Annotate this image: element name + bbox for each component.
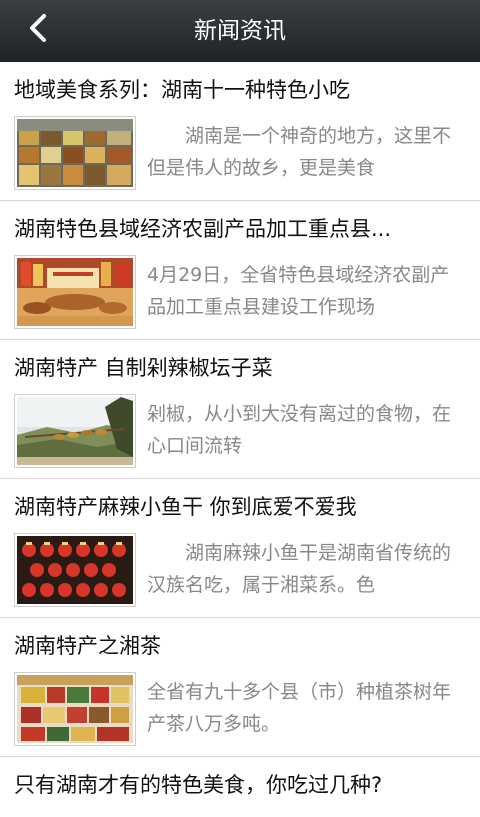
news-thumbnail <box>14 533 136 607</box>
news-thumbnail <box>14 255 136 329</box>
news-summary: 全省有九十多个县（市）种植茶树年产茶八万多吨。 <box>147 681 452 735</box>
news-item[interactable]: 湖南特色县域经济农副产品加工重点县... 4月29日，全省特色县域经济农副产品加… <box>0 201 480 340</box>
news-summary: 剁椒，从小到大没有离过的食物，在心口间流转 <box>147 403 452 457</box>
news-thumbnail <box>14 672 136 746</box>
tea-shelf-image <box>17 675 133 743</box>
news-summary: 湖南麻辣小鱼干是湖南省传统的汉族名吃，属于湘菜系。色 <box>147 542 452 596</box>
news-thumbnail <box>14 394 136 468</box>
news-item[interactable]: 只有湖南才有的特色美食，你吃过几种? <box>0 757 480 817</box>
page-title: 新闻资讯 <box>194 18 286 44</box>
news-title: 地域美食系列：湖南十一种特色小吃 <box>14 78 350 102</box>
news-item[interactable]: 湖南特产 自制剁辣椒坛子菜 剁椒，从小到大没有离过的食物，在心口间流转 <box>0 340 480 479</box>
news-item[interactable]: 地域美食系列：湖南十一种特色小吃 湖南是一个神奇的地方，这里不但是伟人的故乡，更… <box>0 62 480 201</box>
app-header: 新闻资讯 <box>0 0 480 63</box>
news-summary: 湖南是一个神奇的地方，这里不但是伟人的故乡，更是美食 <box>147 125 452 179</box>
news-title: 湖南特产之湘茶 <box>14 634 161 658</box>
chili-drying-image <box>17 397 133 465</box>
snack-market-image <box>17 119 133 187</box>
news-item[interactable]: 湖南特产麻辣小鱼干 你到底爱不爱我 湖南麻辣小鱼干是湖南省传统的汉族名吃，属于湘… <box>0 479 480 618</box>
news-title: 湖南特产麻辣小鱼干 你到底爱不爱我 <box>14 495 357 519</box>
news-title: 湖南特色县域经济农副产品加工重点县... <box>14 217 392 241</box>
product-exhibition-image <box>17 258 133 326</box>
fish-jars-image <box>17 536 133 604</box>
news-title: 只有湖南才有的特色美食，你吃过几种? <box>14 773 383 797</box>
news-thumbnail <box>14 116 136 190</box>
news-summary: 4月29日，全省特色县域经济农副产品加工重点县建设工作现场 <box>147 264 450 318</box>
news-item[interactable]: 湖南特产之湘茶 全省有九十多个县（市）种植茶树年产茶八万多吨。 <box>0 618 480 757</box>
news-list: 地域美食系列：湖南十一种特色小吃 湖南是一个神奇的地方，这里不但是伟人的故乡，更… <box>0 62 480 817</box>
news-title: 湖南特产 自制剁辣椒坛子菜 <box>14 356 273 380</box>
